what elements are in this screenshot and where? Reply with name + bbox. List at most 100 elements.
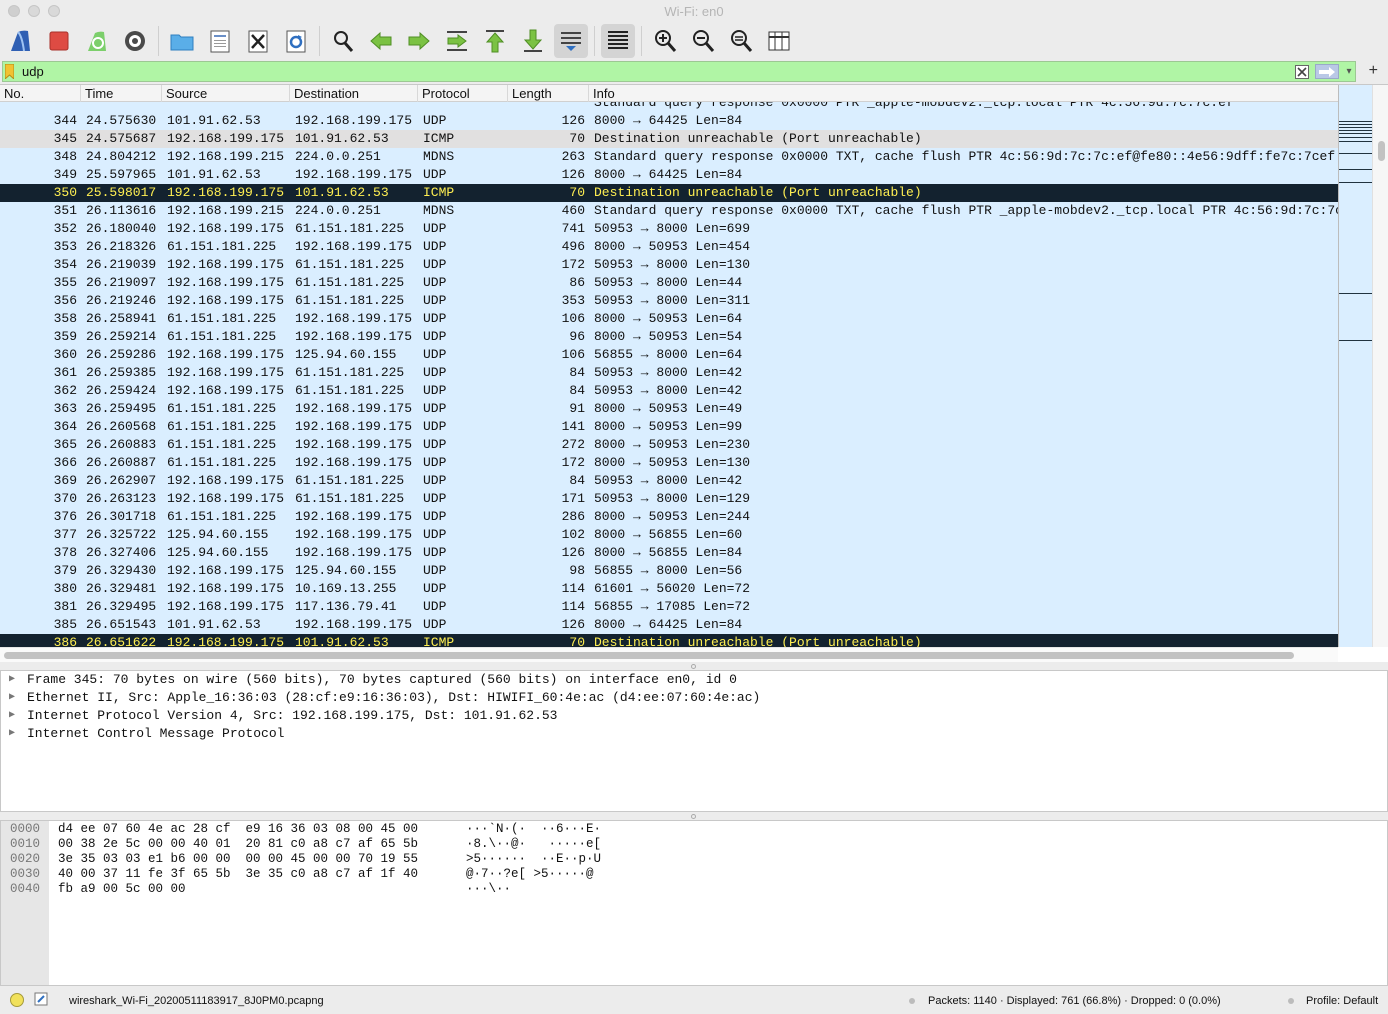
packet-row[interactable]: 361 26.259385 192.168.199.175 61.151.181.22…: [0, 364, 1338, 382]
packet-row[interactable]: 355 26.219097 192.168.199.175 61.151.181.22…: [0, 274, 1338, 292]
packet-row[interactable]: 364 26.260568 61.151.181.225 192.168.199.17…: [0, 418, 1338, 436]
normal-size-button[interactable]: [724, 24, 758, 58]
packet-row[interactable]: 380 26.329481 192.168.199.175 10.169.13.255…: [0, 580, 1338, 598]
packet-row[interactable]: 350 25.598017 192.168.199.175 101.91.62.53 I…: [0, 184, 1338, 202]
packet-row[interactable]: 378 26.327406 125.94.60.155 192.168.199.175…: [0, 544, 1338, 562]
stop-capture-button[interactable]: [42, 24, 76, 58]
apply-filter-button[interactable]: [1315, 64, 1339, 79]
bytes-ascii[interactable]: ···`N·(· ··6···E·: [466, 822, 601, 837]
close-file-button[interactable]: [241, 24, 275, 58]
expand-arrow-icon[interactable]: ▶: [9, 671, 15, 689]
scrollbar-thumb[interactable]: [4, 652, 1294, 659]
clear-filter-button[interactable]: [1295, 64, 1309, 79]
packet-list-vertical-scrollbar[interactable]: [1372, 85, 1388, 647]
packet-row[interactable]: 385 26.651543 101.91.62.53 192.168.199.175 U…: [0, 616, 1338, 634]
column-header-time[interactable]: Time: [81, 85, 162, 102]
packet-list-horizontal-scrollbar[interactable]: [0, 647, 1338, 663]
bytes-hex[interactable]: d4 ee 07 60 4e ac 28 cf e9 16 36 03 08 0…: [58, 822, 418, 837]
bytes-hex[interactable]: 3e 35 03 03 e1 b6 00 00 00 00 45 00 00 7…: [58, 852, 418, 867]
packet-info: 50953 → 8000 Len=311: [594, 293, 751, 308]
resize-columns-button[interactable]: [762, 24, 796, 58]
filter-bookmark-button[interactable]: [3, 62, 16, 81]
detail-tree-item[interactable]: ▶ Frame 345: 70 bytes on wire (560 bits),…: [1, 671, 1387, 689]
packet-row[interactable]: 359 26.259214 61.151.181.225 192.168.199.17…: [0, 328, 1338, 346]
packet-row[interactable]: 344 24.575630 101.91.62.53 192.168.199.175 U…: [0, 112, 1338, 130]
column-header-no[interactable]: No.: [0, 85, 81, 102]
packet-length: 272: [561, 437, 585, 452]
packet-row[interactable]: 353 26.218326 61.151.181.225 192.168.199.17…: [0, 238, 1338, 256]
configuration-profile[interactable]: Profile: Default: [1306, 995, 1378, 1007]
packet-row[interactable]: 377 26.325722 125.94.60.155 192.168.199.175…: [0, 526, 1338, 544]
capture-options-button[interactable]: [118, 24, 152, 58]
column-header-info[interactable]: Info: [589, 85, 1338, 102]
bytes-ascii[interactable]: ·8.\··@· ·····e[: [466, 837, 601, 852]
save-file-button[interactable]: [203, 24, 237, 58]
zoom-window-button[interactable]: [48, 5, 60, 17]
packet-row[interactable]: 365 26.260883 61.151.181.225 192.168.199.17…: [0, 436, 1338, 454]
packet-row[interactable]: 369 26.262907 192.168.199.175 61.151.181.22…: [0, 472, 1338, 490]
bytes-ascii[interactable]: @·7··?e[ >5·····@: [466, 867, 594, 882]
packet-minimap[interactable]: [1338, 85, 1373, 647]
zoom-out-button[interactable]: [686, 24, 720, 58]
bytes-ascii[interactable]: ···\··: [466, 882, 511, 897]
packet-source: 192.168.199.175: [167, 491, 285, 506]
toolbar-separator: [158, 26, 159, 56]
packet-row[interactable]: 379 26.329430 192.168.199.175 125.94.60.155…: [0, 562, 1338, 580]
column-header-destination[interactable]: Destination: [290, 85, 418, 102]
packet-info: 8000 → 50953 Len=130: [594, 455, 751, 470]
packet-length: 96: [569, 329, 585, 344]
column-header-protocol[interactable]: Protocol: [418, 85, 508, 102]
colorize-button[interactable]: [601, 24, 635, 58]
column-header-length[interactable]: Length: [508, 85, 589, 102]
expand-arrow-icon[interactable]: ▶: [9, 707, 15, 725]
zoom-in-button[interactable]: [648, 24, 682, 58]
packet-row[interactable]: 349 25.597965 101.91.62.53 192.168.199.175 U…: [0, 166, 1338, 184]
packet-row[interactable]: 363 26.259495 61.151.181.225 192.168.199.17…: [0, 400, 1338, 418]
go-to-packet-button[interactable]: [440, 24, 474, 58]
packet-row[interactable]: 351 26.113616 192.168.199.215 224.0.0.251 MD…: [0, 202, 1338, 220]
packet-row[interactable]: 376 26.301718 61.151.181.225 192.168.199.17…: [0, 508, 1338, 526]
expert-info-indicator[interactable]: [10, 993, 24, 1007]
go-last-packet-button[interactable]: [516, 24, 550, 58]
go-forward-button[interactable]: [402, 24, 436, 58]
detail-tree-item[interactable]: ▶ Internet Control Message Protocol: [1, 725, 1387, 743]
close-window-button[interactable]: [8, 5, 20, 17]
bytes-hex[interactable]: 00 38 2e 5c 00 00 40 01 20 81 c0 a8 c7 a…: [58, 837, 418, 852]
expand-arrow-icon[interactable]: ▶: [9, 689, 15, 707]
packet-row[interactable]: 348 24.804212 192.168.199.215 224.0.0.251 MD…: [0, 148, 1338, 166]
go-back-button[interactable]: [364, 24, 398, 58]
packet-row[interactable]: 356 26.219246 192.168.199.175 61.151.181.22…: [0, 292, 1338, 310]
bytes-hex[interactable]: 40 00 37 11 fe 3f 65 5b 3e 35 c0 a8 c7 a…: [58, 867, 418, 882]
column-header-source[interactable]: Source: [162, 85, 290, 102]
packet-row[interactable]: 358 26.258941 61.151.181.225 192.168.199.17…: [0, 310, 1338, 328]
capture-comment-button[interactable]: [34, 992, 48, 1009]
display-filter-input[interactable]: [16, 62, 1295, 81]
minimize-window-button[interactable]: [28, 5, 40, 17]
packet-row[interactable]: 354 26.219039 192.168.199.175 61.151.181.22…: [0, 256, 1338, 274]
packet-row[interactable]: 345 24.575687 192.168.199.175 101.91.62.53 I…: [0, 130, 1338, 148]
packet-row[interactable]: 381 26.329495 192.168.199.175 117.136.79.41…: [0, 598, 1338, 616]
bytes-hex[interactable]: fb a9 00 5c 00 00: [58, 882, 186, 897]
packet-row[interactable]: 362 26.259424 192.168.199.175 61.151.181.22…: [0, 382, 1338, 400]
open-file-button[interactable]: [165, 24, 199, 58]
packet-row[interactable]: 352 26.180040 192.168.199.175 61.151.181.22…: [0, 220, 1338, 238]
packet-row[interactable]: 370 26.263123 192.168.199.175 61.151.181.22…: [0, 490, 1338, 508]
start-capture-button[interactable]: [4, 24, 38, 58]
add-filter-button[interactable]: +: [1369, 62, 1378, 80]
pane-splitter[interactable]: [0, 662, 1388, 670]
packet-row[interactable]: 366 26.260887 61.151.181.225 192.168.199.17…: [0, 454, 1338, 472]
scrollbar-thumb[interactable]: [1378, 141, 1385, 161]
detail-tree-item[interactable]: ▶ Internet Protocol Version 4, Src: 192.1…: [1, 707, 1387, 725]
packet-protocol: UDP: [423, 455, 447, 470]
bytes-ascii[interactable]: >5······ ··E··p·U: [466, 852, 601, 867]
detail-tree-item[interactable]: ▶ Ethernet II, Src: Apple_16:36:03 (28:cf…: [1, 689, 1387, 707]
reload-file-button[interactable]: [279, 24, 313, 58]
expand-arrow-icon[interactable]: ▶: [9, 725, 15, 743]
pane-splitter[interactable]: [0, 812, 1388, 820]
auto-scroll-button[interactable]: [554, 24, 588, 58]
packet-row[interactable]: 360 26.259286 192.168.199.175 125.94.60.155…: [0, 346, 1338, 364]
find-packet-button[interactable]: [326, 24, 360, 58]
filter-history-dropdown[interactable]: ▾: [1343, 66, 1355, 77]
restart-capture-button[interactable]: [80, 24, 114, 58]
go-first-packet-button[interactable]: [478, 24, 512, 58]
